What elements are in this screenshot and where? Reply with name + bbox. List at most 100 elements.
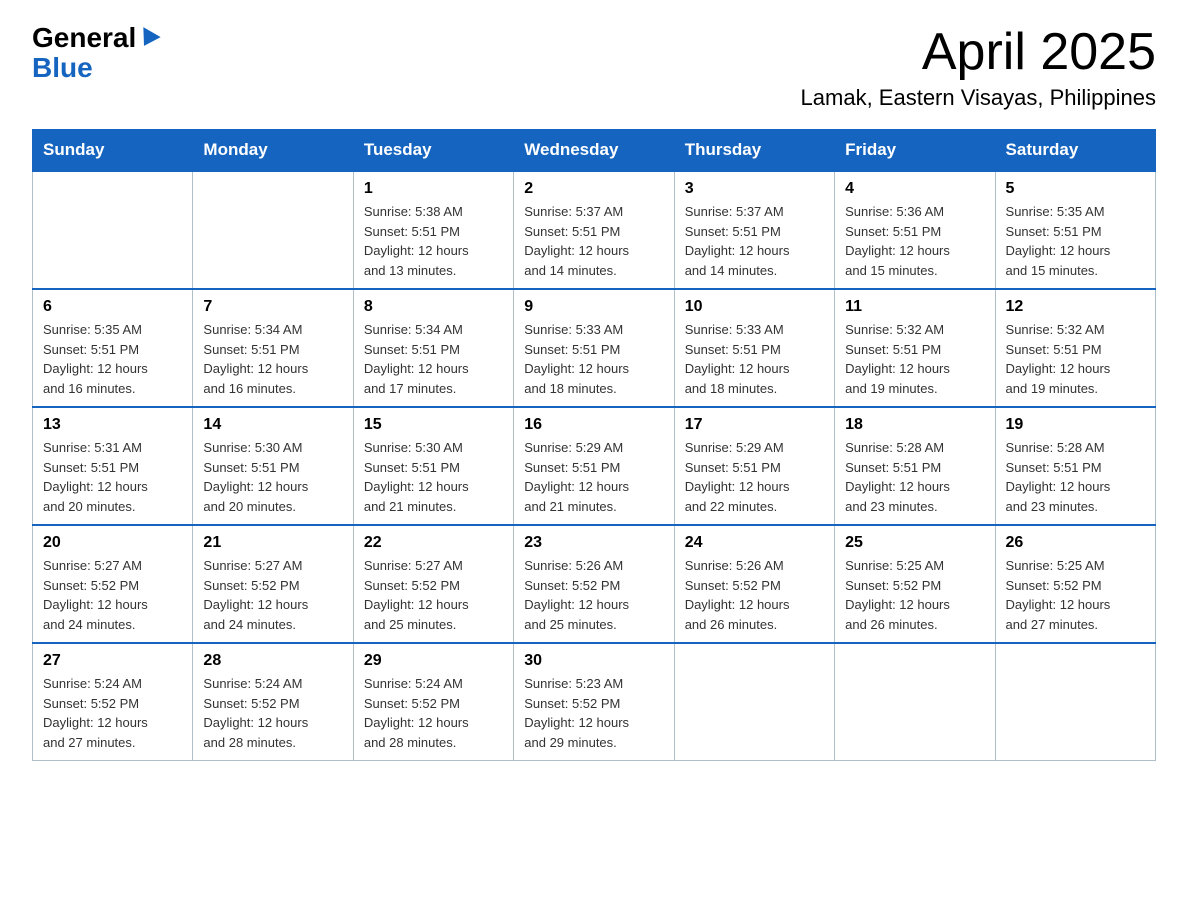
calendar-cell: 18 Sunrise: 5:28 AMSunset: 5:51 PMDayligh… bbox=[835, 407, 995, 525]
logo: General Blue bbox=[32, 24, 158, 84]
day-number: 16 bbox=[524, 416, 663, 434]
day-number: 22 bbox=[364, 534, 503, 552]
day-number: 24 bbox=[685, 534, 824, 552]
day-number: 21 bbox=[203, 534, 342, 552]
month-title: April 2025 bbox=[801, 24, 1156, 81]
day-info: Sunrise: 5:37 AMSunset: 5:51 PMDaylight:… bbox=[524, 202, 663, 280]
day-info: Sunrise: 5:25 AMSunset: 5:52 PMDaylight:… bbox=[845, 556, 984, 634]
calendar-cell: 2 Sunrise: 5:37 AMSunset: 5:51 PMDaylight… bbox=[514, 171, 674, 289]
calendar-cell: 20Sunrise: 5:27 AMSunset: 5:52 PMDayligh… bbox=[33, 525, 193, 643]
column-header-friday: Friday bbox=[835, 130, 995, 172]
calendar-cell: 4Sunrise: 5:36 AMSunset: 5:51 PMDaylight… bbox=[835, 171, 995, 289]
day-number: 1 bbox=[364, 180, 503, 198]
calendar-cell: 6 Sunrise: 5:35 AMSunset: 5:51 PMDaylight… bbox=[33, 289, 193, 407]
day-info: Sunrise: 5:28 AMSunset: 5:51 PMDaylight:… bbox=[1006, 438, 1145, 516]
day-number: 12 bbox=[1006, 298, 1145, 316]
day-info: Sunrise: 5:31 AMSunset: 5:51 PMDaylight:… bbox=[43, 438, 182, 516]
day-number: 14 bbox=[203, 416, 342, 434]
calendar-cell: 1 Sunrise: 5:38 AMSunset: 5:51 PMDaylight… bbox=[353, 171, 513, 289]
day-info: Sunrise: 5:27 AMSunset: 5:52 PMDaylight:… bbox=[364, 556, 503, 634]
calendar-cell: 26Sunrise: 5:25 AMSunset: 5:52 PMDayligh… bbox=[995, 525, 1155, 643]
week-row-1: 1 Sunrise: 5:38 AMSunset: 5:51 PMDaylight… bbox=[33, 171, 1156, 289]
day-number: 8 bbox=[364, 298, 503, 316]
location-title: Lamak, Eastern Visayas, Philippines bbox=[801, 85, 1156, 111]
day-number: 2 bbox=[524, 180, 663, 198]
day-info: Sunrise: 5:35 AMSunset: 5:51 PMDaylight:… bbox=[1006, 202, 1145, 280]
day-info: Sunrise: 5:24 AMSunset: 5:52 PMDaylight:… bbox=[364, 674, 503, 752]
day-number: 9 bbox=[524, 298, 663, 316]
day-number: 29 bbox=[364, 652, 503, 670]
calendar-cell bbox=[33, 171, 193, 289]
calendar-cell: 22 Sunrise: 5:27 AMSunset: 5:52 PMDayligh… bbox=[353, 525, 513, 643]
calendar-cell: 8 Sunrise: 5:34 AMSunset: 5:51 PMDaylight… bbox=[353, 289, 513, 407]
calendar-header-row: SundayMondayTuesdayWednesdayThursdayFrid… bbox=[33, 130, 1156, 172]
column-header-saturday: Saturday bbox=[995, 130, 1155, 172]
page-header: General Blue April 2025 Lamak, Eastern V… bbox=[32, 24, 1156, 111]
day-info: Sunrise: 5:24 AMSunset: 5:52 PMDaylight:… bbox=[203, 674, 342, 752]
week-row-3: 13 Sunrise: 5:31 AMSunset: 5:51 PMDayligh… bbox=[33, 407, 1156, 525]
column-header-sunday: Sunday bbox=[33, 130, 193, 172]
day-number: 13 bbox=[43, 416, 182, 434]
column-header-monday: Monday bbox=[193, 130, 353, 172]
calendar-cell: 14 Sunrise: 5:30 AMSunset: 5:51 PMDayligh… bbox=[193, 407, 353, 525]
day-number: 15 bbox=[364, 416, 503, 434]
calendar-cell bbox=[995, 643, 1155, 761]
day-number: 7 bbox=[203, 298, 342, 316]
day-info: Sunrise: 5:26 AMSunset: 5:52 PMDaylight:… bbox=[524, 556, 663, 634]
day-number: 10 bbox=[685, 298, 824, 316]
day-number: 11 bbox=[845, 298, 984, 316]
day-number: 3 bbox=[685, 180, 824, 198]
day-number: 28 bbox=[203, 652, 342, 670]
logo-general: General bbox=[32, 24, 136, 52]
calendar-cell: 17 Sunrise: 5:29 AMSunset: 5:51 PMDayligh… bbox=[674, 407, 834, 525]
calendar-cell: 13 Sunrise: 5:31 AMSunset: 5:51 PMDayligh… bbox=[33, 407, 193, 525]
day-info: Sunrise: 5:35 AMSunset: 5:51 PMDaylight:… bbox=[43, 320, 182, 398]
column-header-thursday: Thursday bbox=[674, 130, 834, 172]
calendar-cell: 16Sunrise: 5:29 AMSunset: 5:51 PMDayligh… bbox=[514, 407, 674, 525]
day-info: Sunrise: 5:24 AMSunset: 5:52 PMDaylight:… bbox=[43, 674, 182, 752]
calendar-cell: 27Sunrise: 5:24 AMSunset: 5:52 PMDayligh… bbox=[33, 643, 193, 761]
calendar-cell: 29 Sunrise: 5:24 AMSunset: 5:52 PMDayligh… bbox=[353, 643, 513, 761]
calendar-cell: 3 Sunrise: 5:37 AMSunset: 5:51 PMDaylight… bbox=[674, 171, 834, 289]
title-block: April 2025 Lamak, Eastern Visayas, Phili… bbox=[801, 24, 1156, 111]
day-info: Sunrise: 5:30 AMSunset: 5:51 PMDaylight:… bbox=[364, 438, 503, 516]
column-header-wednesday: Wednesday bbox=[514, 130, 674, 172]
day-info: Sunrise: 5:34 AMSunset: 5:51 PMDaylight:… bbox=[364, 320, 503, 398]
day-info: Sunrise: 5:37 AMSunset: 5:51 PMDaylight:… bbox=[685, 202, 824, 280]
day-info: Sunrise: 5:32 AMSunset: 5:51 PMDaylight:… bbox=[845, 320, 984, 398]
day-info: Sunrise: 5:28 AMSunset: 5:51 PMDaylight:… bbox=[845, 438, 984, 516]
week-row-2: 6 Sunrise: 5:35 AMSunset: 5:51 PMDaylight… bbox=[33, 289, 1156, 407]
day-info: Sunrise: 5:30 AMSunset: 5:51 PMDaylight:… bbox=[203, 438, 342, 516]
day-number: 18 bbox=[845, 416, 984, 434]
day-number: 23 bbox=[524, 534, 663, 552]
calendar-cell: 12Sunrise: 5:32 AMSunset: 5:51 PMDayligh… bbox=[995, 289, 1155, 407]
column-header-tuesday: Tuesday bbox=[353, 130, 513, 172]
logo-blue-label: Blue bbox=[32, 52, 93, 84]
calendar-cell: 21Sunrise: 5:27 AMSunset: 5:52 PMDayligh… bbox=[193, 525, 353, 643]
day-number: 6 bbox=[43, 298, 182, 316]
calendar-cell: 10 Sunrise: 5:33 AMSunset: 5:51 PMDayligh… bbox=[674, 289, 834, 407]
day-info: Sunrise: 5:25 AMSunset: 5:52 PMDaylight:… bbox=[1006, 556, 1145, 634]
calendar-cell: 24 Sunrise: 5:26 AMSunset: 5:52 PMDayligh… bbox=[674, 525, 834, 643]
logo-text: General bbox=[32, 24, 158, 52]
day-number: 17 bbox=[685, 416, 824, 434]
calendar-cell: 23 Sunrise: 5:26 AMSunset: 5:52 PMDayligh… bbox=[514, 525, 674, 643]
week-row-4: 20Sunrise: 5:27 AMSunset: 5:52 PMDayligh… bbox=[33, 525, 1156, 643]
day-info: Sunrise: 5:33 AMSunset: 5:51 PMDaylight:… bbox=[685, 320, 824, 398]
day-info: Sunrise: 5:33 AMSunset: 5:51 PMDaylight:… bbox=[524, 320, 663, 398]
day-info: Sunrise: 5:38 AMSunset: 5:51 PMDaylight:… bbox=[364, 202, 503, 280]
calendar-cell bbox=[835, 643, 995, 761]
calendar-cell bbox=[193, 171, 353, 289]
logo-triangle-icon bbox=[136, 27, 161, 51]
day-info: Sunrise: 5:27 AMSunset: 5:52 PMDaylight:… bbox=[43, 556, 182, 634]
calendar-cell bbox=[674, 643, 834, 761]
day-info: Sunrise: 5:29 AMSunset: 5:51 PMDaylight:… bbox=[685, 438, 824, 516]
calendar-table: SundayMondayTuesdayWednesdayThursdayFrid… bbox=[32, 129, 1156, 761]
calendar-cell: 11 Sunrise: 5:32 AMSunset: 5:51 PMDayligh… bbox=[835, 289, 995, 407]
calendar-cell: 25Sunrise: 5:25 AMSunset: 5:52 PMDayligh… bbox=[835, 525, 995, 643]
day-info: Sunrise: 5:34 AMSunset: 5:51 PMDaylight:… bbox=[203, 320, 342, 398]
day-number: 30 bbox=[524, 652, 663, 670]
day-number: 4 bbox=[845, 180, 984, 198]
calendar-cell: 28 Sunrise: 5:24 AMSunset: 5:52 PMDayligh… bbox=[193, 643, 353, 761]
day-info: Sunrise: 5:26 AMSunset: 5:52 PMDaylight:… bbox=[685, 556, 824, 634]
